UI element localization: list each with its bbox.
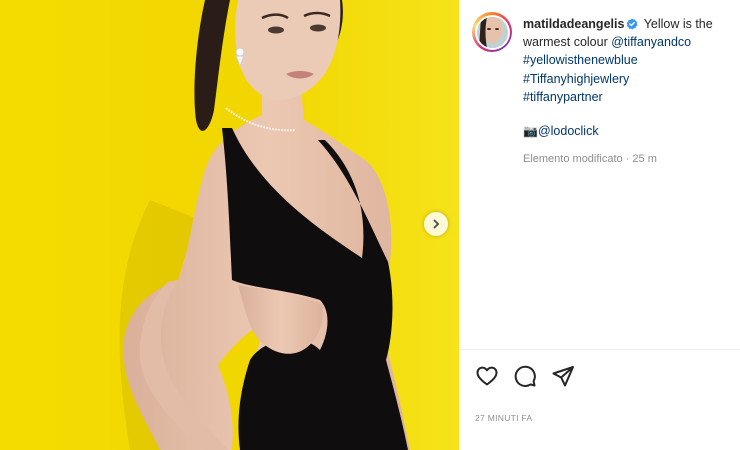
avatar-image xyxy=(476,16,508,48)
caption-row: matildadeangelis Yellow is the warmest c… xyxy=(472,12,734,168)
avatar-photo xyxy=(476,16,508,48)
hashtag-link[interactable]: #tiffanypartner xyxy=(523,88,734,106)
post-caption: matildadeangelis Yellow is the warmest c… xyxy=(523,15,734,168)
send-icon[interactable] xyxy=(551,364,575,388)
post-timestamp: 27 MINUTI FA xyxy=(475,413,533,423)
avatar[interactable] xyxy=(472,12,512,52)
post-photo xyxy=(0,0,459,450)
next-image-button[interactable] xyxy=(424,212,448,236)
username-link[interactable]: matildadeangelis xyxy=(523,17,624,31)
post-details-panel: matildadeangelis Yellow is the warmest c… xyxy=(459,0,740,450)
mention-link-credit[interactable]: @lodoclick xyxy=(538,124,599,138)
hashtag-link[interactable]: #Tiffanyhighjewlery xyxy=(523,70,734,88)
camera-icon: 📷 xyxy=(523,124,538,139)
chevron-right-icon xyxy=(433,219,440,229)
edited-timestamp: Elemento modificato · 25 m xyxy=(523,153,657,166)
mention-link-brand[interactable]: @tiffanyandco xyxy=(611,35,691,49)
post-media[interactable] xyxy=(0,0,459,450)
comment-icon[interactable] xyxy=(513,364,537,388)
verified-badge-icon xyxy=(627,18,638,30)
action-bar xyxy=(475,364,575,388)
hashtag-link[interactable]: #yellowisthenewblue xyxy=(523,51,734,69)
heart-icon[interactable] xyxy=(475,364,499,388)
divider xyxy=(460,349,740,350)
